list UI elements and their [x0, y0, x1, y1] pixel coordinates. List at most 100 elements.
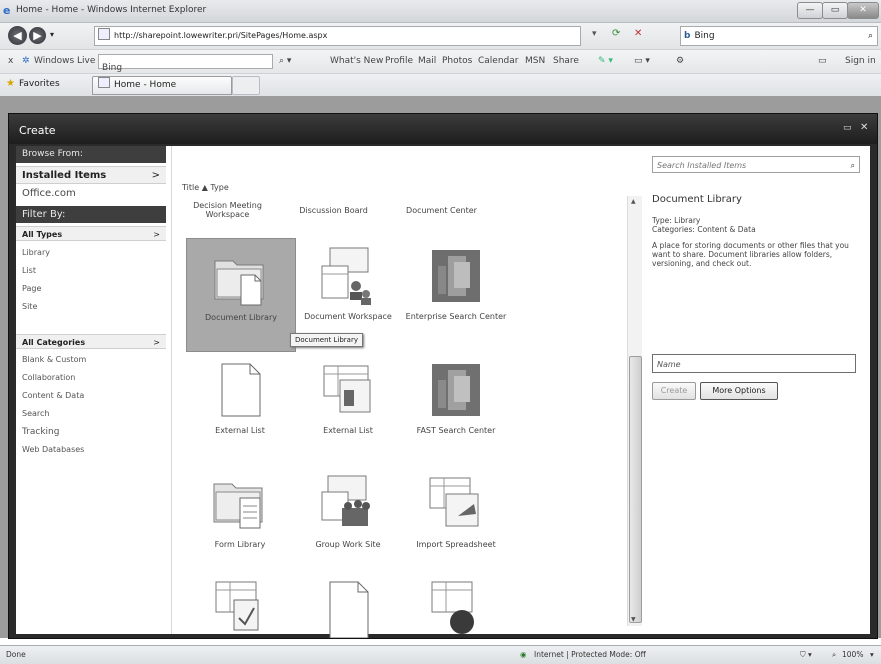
address-dropdown-icon[interactable]: ▾: [592, 29, 597, 39]
page-tab-title: Home - Home: [114, 80, 177, 90]
tile-globe-list[interactable]: [402, 570, 510, 634]
fast-search-center-icon: [432, 364, 480, 416]
tile-enterprise-search-center[interactable]: Enterprise Search Center: [402, 238, 510, 350]
nav-type-list[interactable]: List: [22, 266, 36, 275]
zoom-dropdown-icon[interactable]: ▾: [870, 650, 874, 659]
tile-blank-page[interactable]: [294, 570, 402, 638]
address-field[interactable]: http://sharepoint.lowewriter.pri/SitePag…: [94, 26, 581, 46]
nav-type-page[interactable]: Page: [22, 284, 41, 293]
search-installed-items-input[interactable]: Search Installed Items ⌕: [652, 156, 860, 173]
tile-group-work-site[interactable]: Group Work Site: [294, 466, 402, 578]
new-tab-button[interactable]: [232, 76, 260, 95]
highlight-icon[interactable]: ✎ ▾: [598, 56, 613, 66]
tile-external-list[interactable]: External List: [186, 352, 294, 464]
nav-office-com[interactable]: Office.com: [22, 188, 76, 199]
nav-cat-blank-custom[interactable]: Blank & Custom: [22, 355, 86, 364]
protected-mode-icon[interactable]: ⛉ ▾: [800, 650, 812, 660]
forward-arrow-icon: ▶: [33, 29, 42, 42]
search-installed-placeholder: Search Installed Items: [657, 161, 747, 170]
scroll-thumb[interactable]: [629, 356, 642, 623]
tile-document-library[interactable]: Document Library: [186, 238, 296, 352]
tile-label-document-center[interactable]: Document Center: [394, 206, 489, 215]
gallery-scrollbar[interactable]: ▲ ▼: [627, 196, 642, 626]
dialog-close-icon[interactable]: ✕: [860, 122, 868, 133]
toolbar-close-button[interactable]: x: [8, 56, 13, 66]
nav-all-categories[interactable]: All Categories >: [16, 334, 166, 349]
search-icon[interactable]: ⌕: [851, 157, 855, 174]
bing-search-field[interactable]: b Bing ⌕: [680, 26, 878, 46]
ie-logo-icon: e: [3, 4, 11, 17]
nav-cat-search[interactable]: Search: [22, 409, 49, 418]
scroll-down-icon[interactable]: ▼: [631, 616, 636, 623]
tile-fast-search-center[interactable]: FAST Search Center: [402, 352, 510, 464]
windows-live-search-input[interactable]: Bing: [98, 54, 273, 73]
stop-icon[interactable]: ✕: [634, 28, 642, 39]
wl-link-mail[interactable]: Mail: [418, 56, 436, 66]
tile-external-list-2[interactable]: External List: [294, 352, 402, 464]
address-row: ◀ ▶ ▾ http://sharepoint.lowewriter.pri/S…: [0, 23, 881, 49]
nav-type-library[interactable]: Library: [22, 248, 50, 257]
minimize-button[interactable]: —: [797, 2, 823, 19]
nav-type-site[interactable]: Site: [22, 302, 37, 311]
create-dialog: Create ▭ ✕ Browse From: Installed Items …: [8, 113, 878, 639]
tile-label: Enterprise Search Center: [405, 312, 507, 321]
zoom-level[interactable]: 100%: [842, 650, 863, 659]
tile-label: Document Library: [205, 313, 277, 322]
nav-cat-content-data[interactable]: Content & Data: [22, 391, 84, 400]
wl-link-profile[interactable]: Profile: [385, 56, 413, 66]
nav-all-types[interactable]: All Types >: [16, 226, 166, 241]
tile-import-spreadsheet[interactable]: Import Spreadsheet: [402, 466, 510, 578]
wl-link-msn[interactable]: MSN: [525, 56, 545, 66]
refresh-icon[interactable]: ⟳: [612, 28, 620, 39]
more-options-button[interactable]: More Options: [700, 382, 778, 400]
filter-by-header: Filter By:: [16, 206, 166, 223]
tile-label: Document Workspace: [304, 312, 392, 321]
sort-options[interactable]: Title ▲ Type: [182, 183, 229, 192]
name-input[interactable]: Name: [652, 354, 856, 373]
details-title: Document Library: [652, 194, 742, 205]
wl-link-calendar[interactable]: Calendar: [478, 56, 518, 66]
signin-icon[interactable]: ▭: [818, 56, 827, 66]
favorites-button[interactable]: Favorites: [19, 79, 60, 89]
tile-issue-tracking[interactable]: [186, 570, 294, 634]
windows-live-brand[interactable]: Windows Live: [34, 56, 95, 66]
wl-link-whats-new[interactable]: What's New: [330, 56, 383, 66]
forward-button[interactable]: ▶: [29, 27, 46, 44]
page-tab[interactable]: Home - Home: [92, 76, 232, 95]
tile-label-discussion-board[interactable]: Discussion Board: [286, 206, 381, 215]
dialog-maximize-icon[interactable]: ▭: [843, 123, 852, 133]
import-spreadsheet-icon: [429, 477, 479, 527]
scroll-up-icon[interactable]: ▲: [631, 198, 636, 205]
status-bar: Done ◉ Internet | Protected Mode: Off ⛉ …: [0, 645, 881, 664]
globe-icon: ◉: [520, 650, 527, 659]
windows-live-toolbar: x ✲ Windows Live Bing ⌕ ▾ What's New Pro…: [0, 49, 881, 74]
messenger-icon[interactable]: ▭ ▾: [634, 56, 650, 66]
document-workspace-icon: [321, 247, 371, 305]
recent-pages-dropdown[interactable]: ▾: [50, 30, 54, 39]
nav-all-types-label: All Types: [22, 230, 63, 239]
tile-form-library[interactable]: Form Library: [186, 466, 294, 578]
security-zone[interactable]: Internet | Protected Mode: Off: [534, 650, 646, 659]
status-text: Done: [6, 650, 26, 659]
tile-label: Form Library: [214, 540, 266, 549]
windows-live-search-button[interactable]: ⌕ ▾: [279, 56, 291, 66]
sign-in-link[interactable]: Sign in: [845, 56, 876, 66]
form-library-icon: [213, 483, 263, 529]
nav-cat-tracking[interactable]: Tracking: [22, 427, 59, 437]
back-button[interactable]: ◀: [8, 26, 27, 45]
maximize-button[interactable]: ▭: [822, 2, 848, 19]
external-list-table-icon: [323, 365, 371, 413]
tools-icon[interactable]: ⚙: [676, 56, 684, 66]
document-library-icon: [214, 260, 264, 306]
nav-installed-items[interactable]: Installed Items >: [16, 166, 166, 184]
tile-label-decision-meeting[interactable]: Decision Meeting Workspace: [180, 201, 275, 219]
wl-link-share[interactable]: Share: [553, 56, 579, 66]
create-button[interactable]: Create: [652, 382, 696, 400]
tooltip: Document Library: [290, 333, 363, 347]
nav-cat-web-databases[interactable]: Web Databases: [22, 445, 84, 454]
wl-link-photos[interactable]: Photos: [442, 56, 472, 66]
search-icon[interactable]: ⌕: [868, 27, 873, 45]
nav-cat-collaboration[interactable]: Collaboration: [22, 373, 75, 382]
details-type: Type: Library: [652, 216, 701, 225]
close-button[interactable]: ✕: [847, 2, 879, 19]
